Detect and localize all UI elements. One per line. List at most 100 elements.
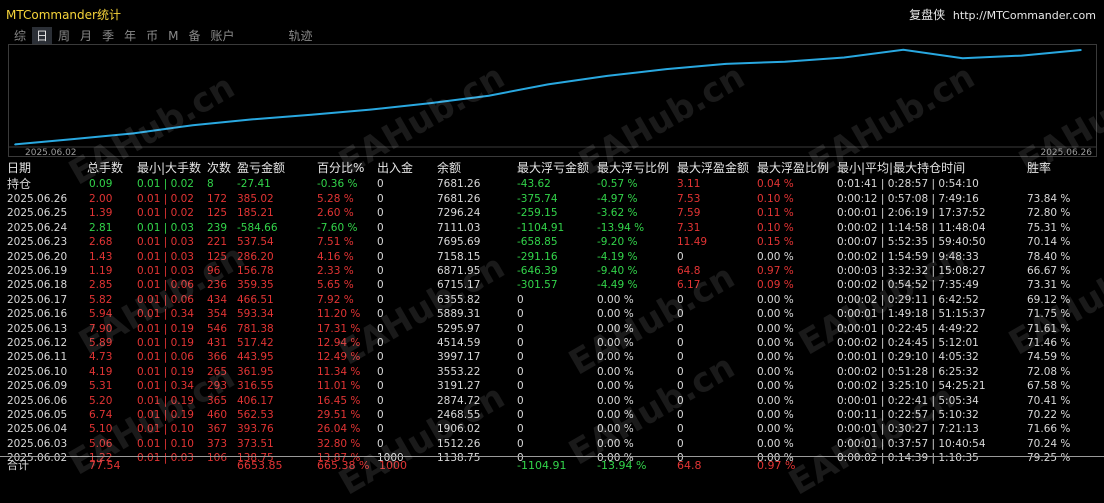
table-row[interactable]: 2025.06.17 5.82 0.01 | 0.06 434 466.51 7.92 %… — [0, 293, 1104, 307]
cell-io: 0 — [377, 293, 384, 306]
tab-7[interactable]: M — [164, 27, 182, 45]
cell-maxflr: -0.57 % — [597, 178, 638, 190]
cell-maxfp: 7.31 — [677, 221, 701, 234]
balance-series-line — [14, 48, 1082, 146]
holding-row[interactable]: 持仓 0.09 0.01 | 0.02 8 -27.41 -0.36 % 0 7681.26 -… — [0, 177, 1104, 191]
cell-maxfp: 0 — [677, 437, 684, 450]
cell-maxfl: -301.57 — [517, 279, 558, 292]
header-date[interactable]: 日期 — [7, 161, 31, 175]
cell-io: 0 — [377, 365, 384, 378]
tab-8[interactable]: 备 — [184, 27, 204, 45]
cell-pct: 26.04 % — [317, 423, 361, 436]
tab-3[interactable]: 月 — [76, 27, 96, 45]
total-lots: 77.54 — [89, 459, 121, 472]
header-max-float-profit[interactable]: 最大浮盈金额 — [677, 161, 749, 175]
table-row[interactable]: 2025.06.03 5.06 0.01 | 0.10 373 373.51 32.80 … — [0, 437, 1104, 451]
cell-date: 2025.06.10 — [7, 365, 68, 378]
cell-win: 78.40 % — [1027, 250, 1071, 263]
header-lots[interactable]: 总手数 — [87, 161, 123, 175]
table-row[interactable]: 2025.06.12 5.89 0.01 | 0.19 431 517.42 12.94 … — [0, 336, 1104, 350]
balance-point-9 — [547, 83, 549, 86]
cell-maxfp: 0 — [677, 351, 684, 364]
cell-win: 71.61 % — [1027, 322, 1071, 335]
header-max-float-loss-ratio[interactable]: 最大浮亏比例 — [597, 161, 669, 175]
cell-lots: 4.73 — [89, 351, 113, 364]
tab-1[interactable]: 日 — [32, 27, 53, 45]
header-percent[interactable]: 百分比% — [317, 161, 364, 175]
table-row[interactable]: 2025.06.24 2.81 0.01 | 0.03 239 -584.66 -7.60… — [0, 221, 1104, 235]
tab-10[interactable]: 轨迹 — [285, 27, 317, 45]
cell-win: 73.31 % — [1027, 279, 1071, 292]
balance-point-6 — [369, 108, 372, 111]
tab-9[interactable]: 账户 — [206, 27, 238, 45]
table-row[interactable]: 2025.06.25 1.39 0.01 | 0.02 125 185.21 2.60 %… — [0, 206, 1104, 220]
cell-maxflr: 0.00 % — [597, 351, 634, 364]
cell-lots: 5.94 — [89, 308, 113, 321]
header-balance[interactable]: 余额 — [437, 161, 461, 175]
cell-minmax: 0.01 | 0.34 — [137, 308, 194, 321]
cell-date: 2025.06.05 — [7, 409, 68, 421]
cell-minmax: 0.01 | 0.03 — [137, 236, 194, 249]
table-row[interactable]: 2025.06.23 2.68 0.01 | 0.03 221 537.54 7.51 %… — [0, 235, 1104, 249]
table-row[interactable]: 2025.06.16 5.94 0.01 | 0.34 354 593.34 11.20 … — [0, 307, 1104, 321]
table-row[interactable]: 2025.06.10 4.19 0.01 | 0.19 265 361.95 11.34 … — [0, 365, 1104, 379]
cell-hold: 0:00:02 | 3:25:10 | 54:25:21 — [837, 380, 986, 393]
table-row[interactable]: 2025.06.18 2.85 0.01 | 0.06 236 359.35 5.65 %… — [0, 278, 1104, 292]
cell-hold: 0:00:02 | 1:54:59 | 9:48:33 — [837, 250, 979, 263]
table-row[interactable]: 2025.06.13 7.90 0.01 | 0.19 546 781.38 17.31 … — [0, 322, 1104, 336]
cell-pct: 32.80 % — [317, 437, 361, 450]
table-row[interactable]: 2025.06.05 6.74 0.01 | 0.19 460 562.53 29.51 … — [0, 408, 1104, 422]
cell-hold: 0:00:01 | 0:22:41 | 5:05:34 — [837, 394, 979, 407]
header-holding-time[interactable]: 最小|平均|最大持仓时间 — [837, 161, 965, 175]
cell-maxfp: 3.11 — [677, 178, 701, 190]
cell-maxfl: 0 — [517, 423, 524, 436]
header-profit[interactable]: 盈亏金额 — [237, 161, 285, 175]
tab-2[interactable]: 周 — [54, 27, 74, 45]
header-win-rate[interactable]: 胜率 — [1027, 161, 1051, 175]
brand-url-link[interactable]: http://MTCommander.com — [953, 9, 1096, 22]
cell-win: 71.66 % — [1027, 423, 1071, 436]
cell-count: 125 — [207, 207, 228, 220]
cell-hold: 0:00:07 | 5:52:35 | 59:40:50 — [837, 236, 986, 249]
cell-lots: 4.19 — [89, 365, 113, 378]
cell-count: 239 — [207, 221, 228, 234]
header-max-float-loss[interactable]: 最大浮亏金额 — [517, 161, 589, 175]
cell-pl: 359.35 — [237, 279, 274, 292]
cell-pl: 156.78 — [237, 265, 274, 277]
tab-5[interactable]: 年 — [120, 27, 140, 45]
cell-date: 2025.06.09 — [7, 380, 68, 393]
balance-point-14 — [843, 56, 845, 59]
table-row[interactable]: 2025.06.20 1.43 0.01 | 0.03 125 286.20 4.16 %… — [0, 250, 1104, 264]
cell-io: 0 — [377, 394, 384, 407]
table-row[interactable]: 2025.06.06 5.20 0.01 | 0.19 365 406.17 16.45 … — [0, 394, 1104, 408]
table-row[interactable]: 2025.06.09 5.31 0.01 | 0.34 293 316.55 11.01 … — [0, 379, 1104, 393]
tab-0[interactable]: 综 — [10, 27, 30, 45]
cell-pct: -7.60 % — [317, 221, 358, 234]
balance-point-1 — [73, 138, 76, 140]
cell-lots: 5.10 — [89, 423, 113, 436]
table-row[interactable]: 2025.06.26 2.00 0.01 | 0.02 172 385.02 5.28 %… — [0, 192, 1104, 206]
header-count[interactable]: 次数 — [207, 161, 231, 175]
table-header-row: 日期 总手数 最小|大手数 次数 盈亏金额 百分比% 出入金 余额 最大浮亏金额… — [0, 161, 1104, 175]
tab-6[interactable]: 币 — [142, 27, 162, 45]
cell-maxflr: 0.00 % — [597, 437, 634, 450]
cell-hold: 0:00:01 | 0:30:27 | 7:21:13 — [837, 423, 979, 436]
brand-name[interactable]: 复盘侠 — [909, 8, 945, 22]
title-bar: MTCommander统计 复盘侠 http://MTCommander.com — [0, 0, 1104, 26]
tab-4[interactable]: 季 — [98, 27, 118, 45]
cell-maxfpr: 0.00 % — [757, 250, 794, 263]
table-row[interactable]: 2025.06.11 4.73 0.01 | 0.06 366 443.95 12.49 … — [0, 350, 1104, 364]
header-deposit[interactable]: 出入金 — [377, 161, 413, 175]
table-row[interactable]: 2025.06.19 1.19 0.01 | 0.03 96 156.78 2.33 % 0… — [0, 264, 1104, 278]
cell-lots: 1.39 — [89, 207, 113, 220]
cell-balance: 7681.26 — [437, 193, 481, 205]
header-minmax-lots[interactable]: 最小|大手数 — [137, 161, 201, 175]
brand[interactable]: 复盘侠 http://MTCommander.com — [909, 6, 1096, 23]
cell-count: 125 — [207, 250, 228, 263]
table-row[interactable]: 2025.06.04 5.10 0.01 | 0.10 367 393.76 26.04 … — [0, 422, 1104, 436]
cell-maxflr: 0.00 % — [597, 365, 634, 378]
header-max-float-profit-ratio[interactable]: 最大浮盈比例 — [757, 161, 829, 175]
cell-pl: 517.42 — [237, 337, 274, 349]
cell-lots: 2.68 — [89, 236, 113, 249]
x-start-tick-label: 2025.06.02 — [25, 148, 77, 158]
